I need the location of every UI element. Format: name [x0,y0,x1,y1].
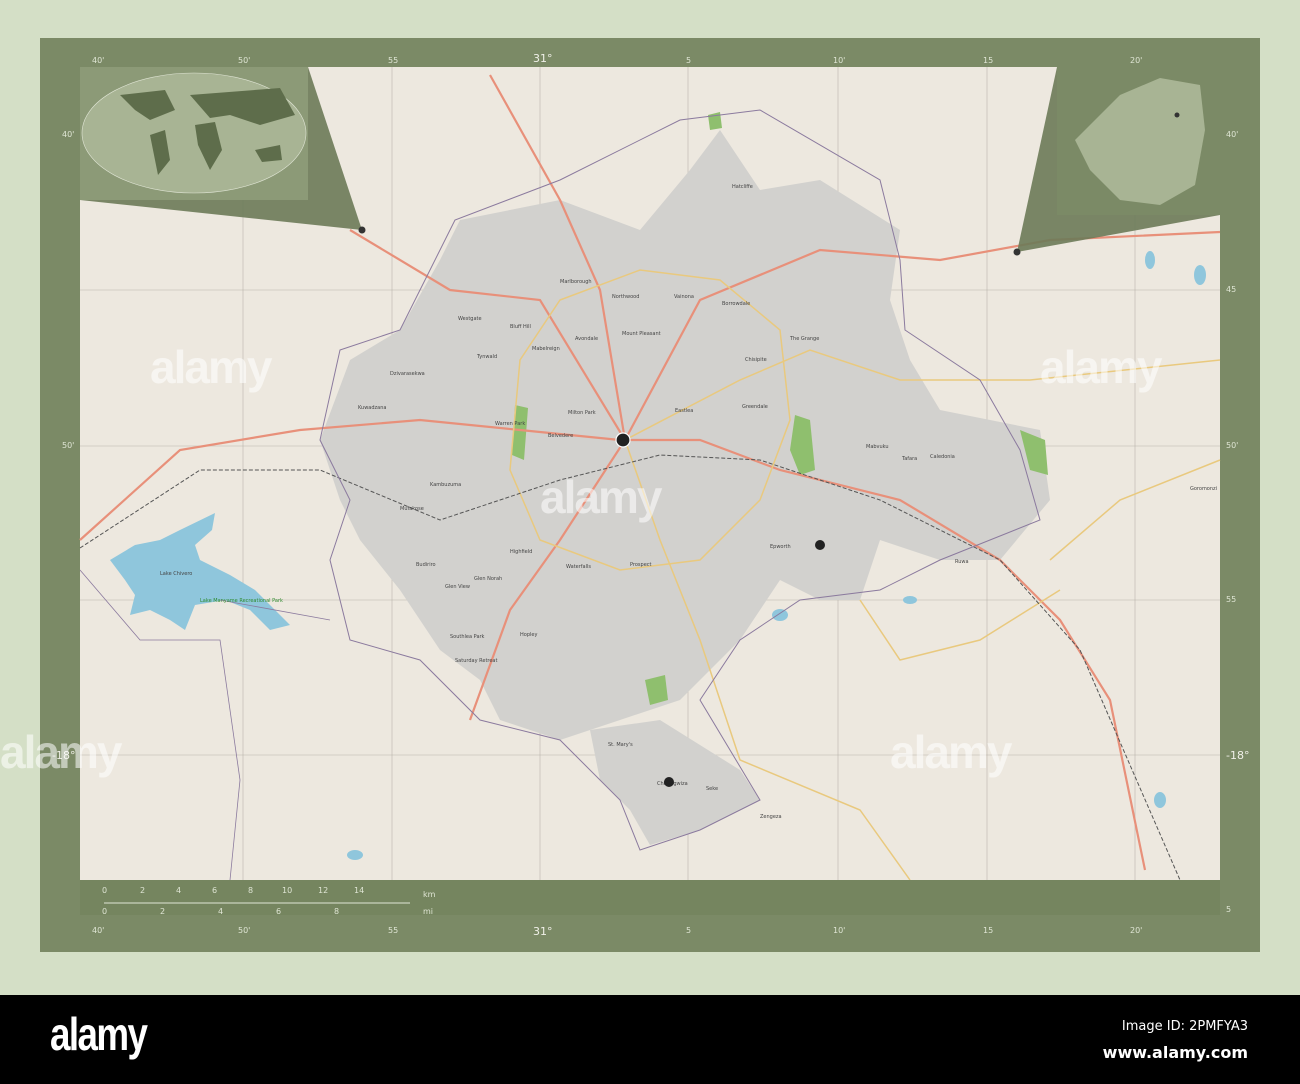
scale-km-tick: 10 [282,886,293,895]
place-label: Westgate [458,316,482,322]
place-label: Mabvuku [866,444,889,450]
grid-label-side: 50' [62,441,75,450]
place-label: Glen Norah [474,576,502,582]
place-label: Vainona [674,294,694,300]
scale-mi-tick: 2 [160,907,166,916]
grid-label-top: 15 [983,56,994,65]
country-locator-icon [1174,112,1180,118]
grid-label-bottom: 31° [533,925,553,938]
grid-label-bottom: 15 [983,926,994,935]
marker-epworth[interactable] [815,540,825,550]
place-label: Belvedere [548,433,573,439]
place-label: Zengeza [760,814,782,820]
place-label: Bluff Hill [510,324,531,330]
grid-label-side: 40' [1226,130,1239,139]
scale-km-tick: 14 [354,886,365,895]
place-label: Avondale [575,336,598,342]
place-label: Milton Park [568,410,596,416]
place-label: Dzivarasekwa [390,371,425,377]
scale-mi-tick: 8 [334,907,340,916]
place-label: Caledonia [930,454,955,460]
place-label: Kambuzuma [430,482,461,488]
place-label: Mufakose [400,506,424,512]
scale-mi-tick: 6 [276,907,282,916]
grid-label-top: 5 [686,56,692,65]
place-label: Tynwald [476,354,497,360]
grid-label-top: 55 [388,56,399,65]
place-label: Greendale [742,404,768,410]
scale-km-label: km [423,890,436,899]
place-label: Waterfalls [566,564,591,570]
grid-label-side: 45 [1226,285,1237,294]
place-label: Seke [706,786,718,792]
place-label: Northwood [612,294,639,300]
marker-chitungwiza[interactable] [664,777,674,787]
place-label: The Grange [789,336,819,342]
place-label: Saturday Retreat [455,658,497,664]
place-label: Lake Manyame Recreational Park [200,598,283,604]
grid-label-bottom: 55 [388,926,399,935]
place-label: Chisipite [745,357,767,363]
scale-bar: 0 2 4 6 8 10 12 14 km 0 2 4 6 8 mi [100,885,440,919]
grid-label-side: 50' [1226,441,1239,450]
watermark: alamy [540,471,662,523]
place-label: Marlborough [560,279,592,285]
grid-label-top: 31° [533,52,553,65]
grid-label-top: 50' [238,56,251,65]
watermark: alamy [0,726,122,778]
image-id: Image ID: 2PMFYA3 [1121,1019,1248,1034]
stock-banner: alamy Image ID: 2PMFYA3 www.alamy.com [0,995,1300,1084]
watermark: alamy [1040,341,1162,393]
place-label: Lake Chivero [160,571,192,577]
scale-mi-tick: 0 [102,907,108,916]
scale-km-tick: 4 [176,886,182,895]
grid-label-bottom: 50' [238,926,251,935]
grid-label-top: 20' [1130,56,1143,65]
place-label: Tafara [901,456,917,462]
place-label: Hopley [520,632,537,638]
country-callout-point-icon [1013,248,1021,256]
scale-mi-tick: 4 [218,907,224,916]
grid-label-side: 40' [62,130,75,139]
grid-label-side: 5 [1226,905,1232,914]
scale-km-tick: 2 [140,886,146,895]
place-label: Southlea Park [450,634,485,640]
place-label: Mabelreign [532,346,560,352]
world-locator-icon [358,226,366,234]
place-label: Glen View [445,584,470,590]
grid-label-bottom: 5 [686,926,692,935]
scale-km-tick: 6 [212,886,218,895]
watermark: alamy [890,726,1012,778]
alamy-logo[interactable]: alamy [50,1007,148,1061]
watermark: alamy [150,341,272,393]
grid-label-side: -18° [1226,749,1250,762]
grid-label-bottom: 10' [833,926,846,935]
scale-km-tick: 8 [248,886,254,895]
place-label: Ruwa [955,559,969,565]
place-label: Eastlea [675,408,693,414]
scale-km-tick: 12 [318,886,329,895]
grid-label-side: 55 [1226,595,1237,604]
place-label: St. Mary's [608,742,633,748]
place-label: Highfield [510,549,532,555]
place-label: Hatcliffe [732,184,753,190]
place-label: Warren Park [495,421,525,427]
scale-mi-label: mi [423,907,434,916]
marker-harare[interactable] [615,432,631,448]
scale-km-tick: 0 [102,886,108,895]
place-label: Prospect [630,562,652,568]
place-label: Mount Pleasant [622,331,661,337]
grid-label-bottom: 40' [92,926,105,935]
site-link[interactable]: www.alamy.com [1103,1043,1248,1062]
place-label: Borrowdale [722,301,750,307]
place-label: Epworth [770,544,791,550]
grid-label-bottom: 20' [1130,926,1143,935]
grid-label-top: 40' [92,56,105,65]
place-label: Kuwadzana [358,405,386,411]
grid-label-top: 10' [833,56,846,65]
place-label: Budiriro [416,562,436,568]
place-label: Goromonzi [1190,486,1217,492]
